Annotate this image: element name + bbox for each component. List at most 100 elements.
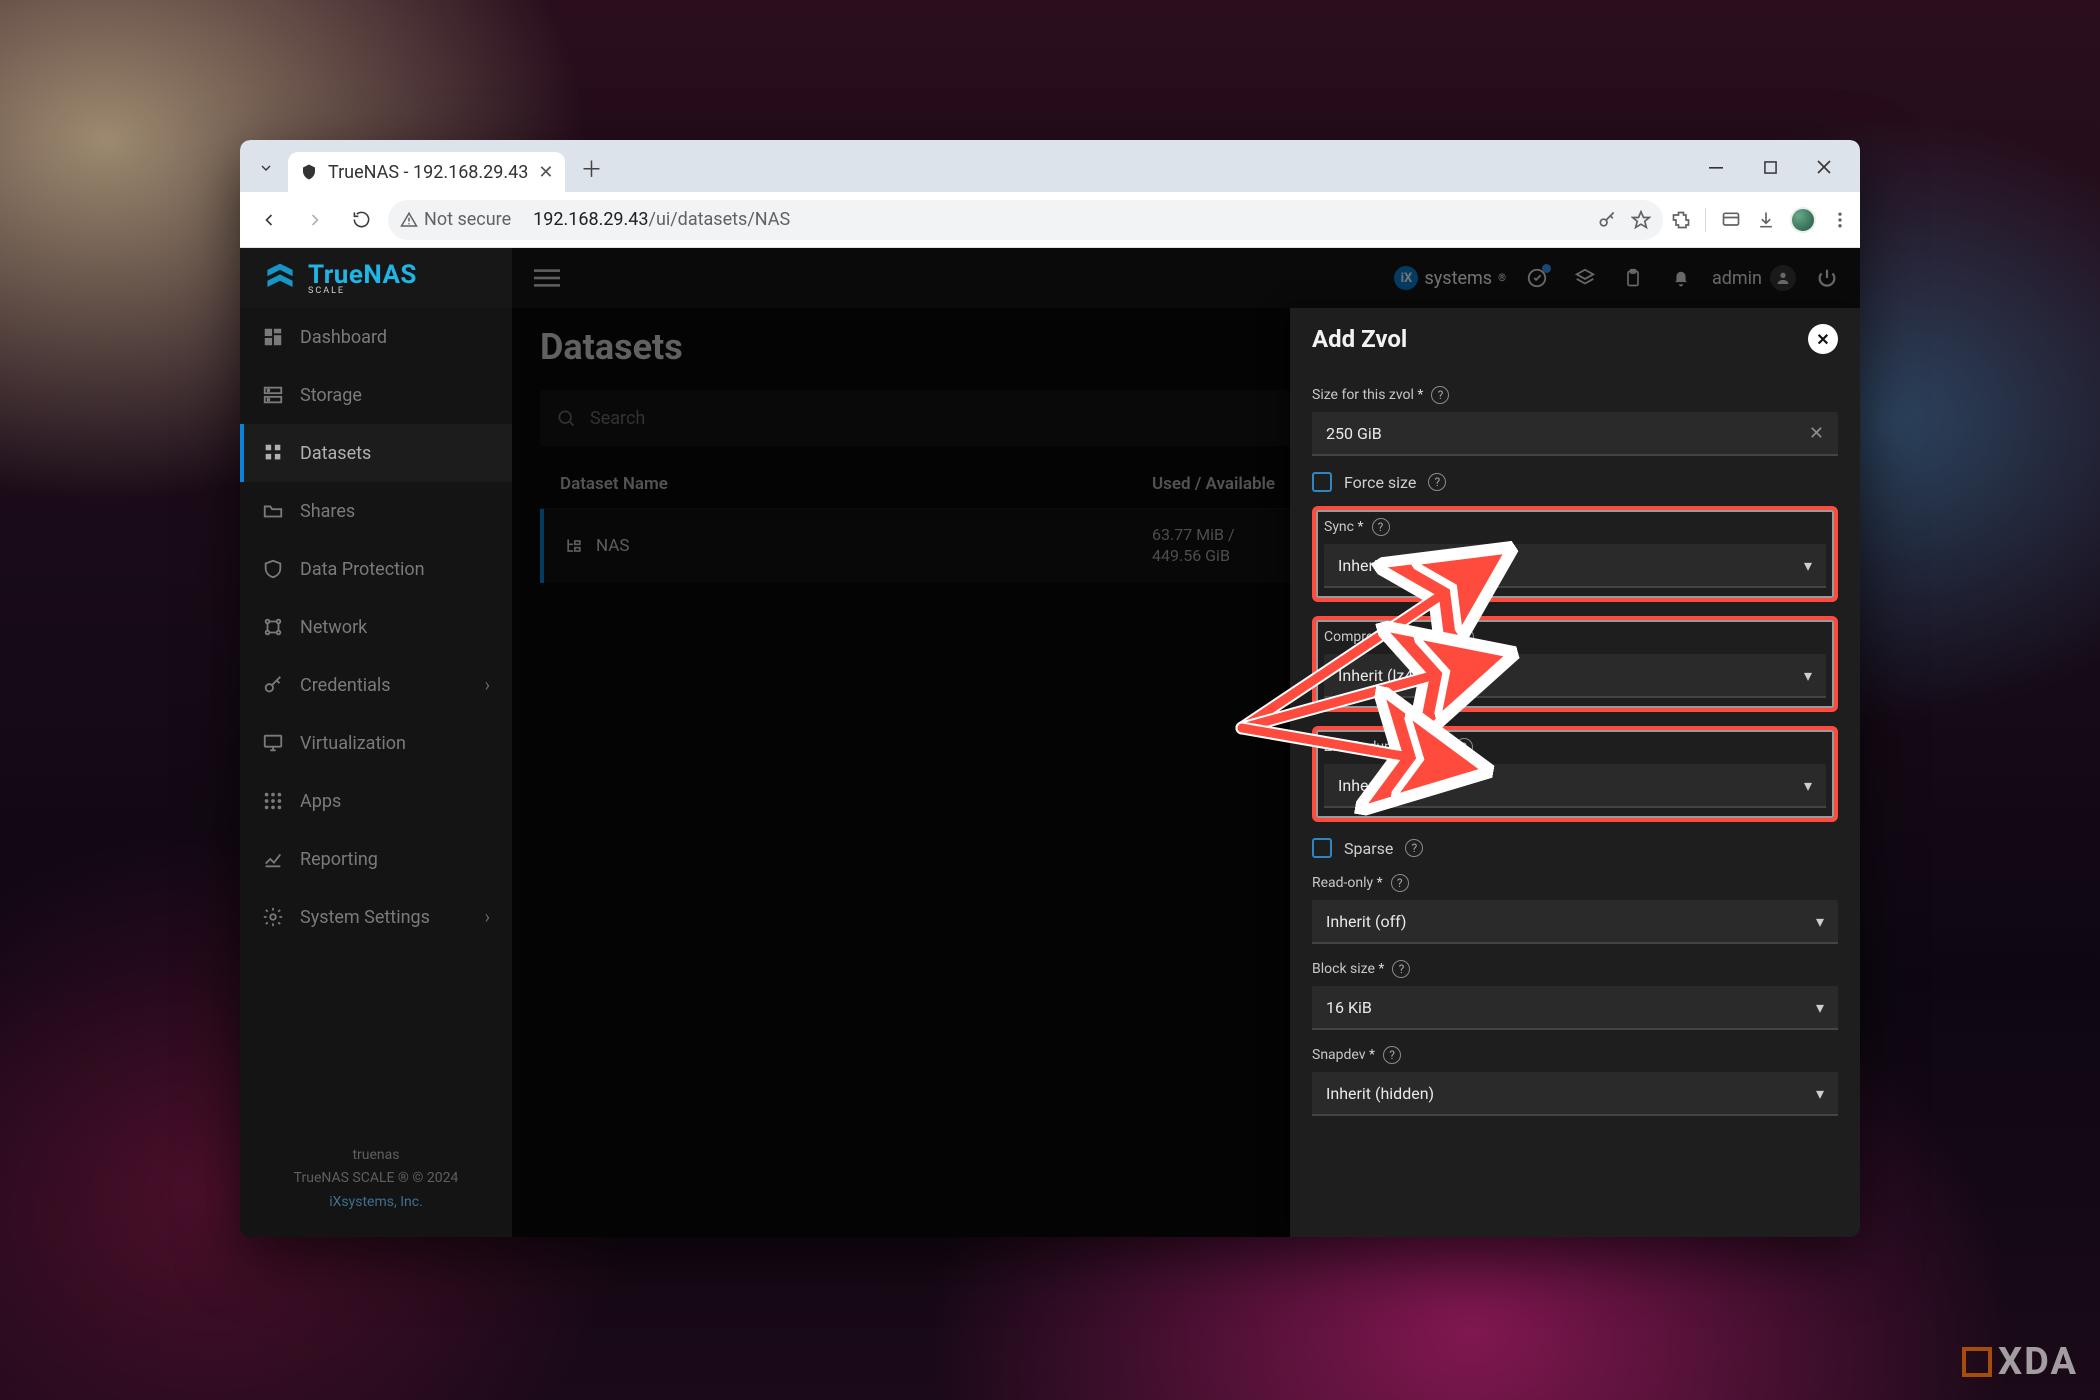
- blocksize-select[interactable]: 16 KiB ▾: [1312, 986, 1838, 1030]
- watermark: XDA: [1962, 1340, 2078, 1384]
- window-minimize-button[interactable]: [1690, 150, 1742, 184]
- sidebar-item-storage[interactable]: Storage: [240, 366, 512, 424]
- compression-select[interactable]: Inherit (lz4) ▾: [1324, 654, 1826, 698]
- url-bar[interactable]: Not secure 192.168.29.43/ui/datasets/NAS: [388, 200, 1663, 240]
- network-icon: [262, 616, 284, 638]
- sidebar-item-virtualization[interactable]: Virtualization: [240, 714, 512, 772]
- sidebar-item-data-protection[interactable]: Data Protection: [240, 540, 512, 598]
- force-size-row[interactable]: Force size ?: [1312, 472, 1838, 492]
- readonly-select[interactable]: Inherit (off) ▾: [1312, 900, 1838, 944]
- sidebar-item-reporting[interactable]: Reporting: [240, 830, 512, 888]
- nav-forward-button[interactable]: [296, 201, 334, 239]
- sidebar-item-dashboard[interactable]: Dashboard: [240, 308, 512, 366]
- storage-icon: [262, 384, 284, 406]
- help-icon[interactable]: ?: [1428, 473, 1446, 491]
- sidebar-item-credentials[interactable]: Credentials ›: [240, 656, 512, 714]
- help-icon[interactable]: ?: [1405, 839, 1423, 857]
- key-icon[interactable]: [1597, 210, 1617, 230]
- dedup-select[interactable]: Inherit (off) ▾: [1324, 764, 1826, 808]
- profile-avatar-icon[interactable]: [1790, 207, 1816, 233]
- help-icon[interactable]: ?: [1455, 738, 1473, 756]
- help-icon[interactable]: ?: [1391, 874, 1409, 892]
- sidebar-footer: truenas TrueNAS SCALE ® © 2024 iXsystems…: [240, 1128, 512, 1237]
- label-readonly: Read-only: [1312, 875, 1383, 891]
- chevron-down-icon: ▾: [1804, 776, 1812, 795]
- label-blocksize: Block size: [1312, 961, 1384, 977]
- chevron-down-icon: ▾: [1816, 912, 1824, 931]
- brand[interactable]: TrueNAS SCALE: [256, 260, 512, 296]
- kebab-menu-icon[interactable]: [1830, 210, 1850, 230]
- nav-back-button[interactable]: [250, 201, 288, 239]
- chevron-down-icon: ▾: [1804, 556, 1812, 575]
- field-blocksize: Block size? 16 KiB ▾: [1312, 960, 1838, 1030]
- chevron-down-icon: ▾: [1816, 998, 1824, 1017]
- highlight-compression: Compression level? Inherit (lz4) ▾: [1312, 616, 1838, 712]
- content-area: Datasets Search Dataset Name Used / Avai…: [512, 248, 1860, 1237]
- sync-select[interactable]: Inherit (standard) ▾: [1324, 544, 1826, 588]
- help-icon[interactable]: ?: [1392, 960, 1410, 978]
- clear-icon[interactable]: ✕: [1809, 423, 1824, 444]
- browser-tab[interactable]: TrueNAS - 192.168.29.43 ✕: [288, 152, 565, 192]
- sidebar: Dashboard Storage Datasets Shares Data P…: [240, 248, 512, 1237]
- dashboard-icon: [262, 326, 284, 348]
- bookmark-star-icon[interactable]: [1631, 210, 1651, 230]
- help-icon[interactable]: ?: [1431, 386, 1449, 404]
- panel-close-button[interactable]: ✕: [1808, 324, 1838, 354]
- sparse-row[interactable]: Sparse ?: [1312, 838, 1838, 858]
- panel-title: Add Zvol: [1312, 325, 1407, 353]
- browser-toolbar: Not secure 192.168.29.43/ui/datasets/NAS: [240, 192, 1860, 248]
- help-icon[interactable]: ?: [1383, 1046, 1401, 1064]
- window-close-button[interactable]: [1798, 150, 1850, 184]
- monitor-icon: [262, 732, 284, 754]
- label-size: Size for this zvol: [1312, 387, 1423, 403]
- reading-list-icon[interactable]: [1720, 210, 1742, 230]
- sidebar-item-system-settings[interactable]: System Settings ›: [240, 888, 512, 946]
- sidebar-item-network[interactable]: Network: [240, 598, 512, 656]
- chevron-right-icon: ›: [485, 907, 490, 928]
- sidebar-item-label: Network: [300, 617, 367, 638]
- sidebar-item-label: Data Protection: [300, 559, 425, 580]
- watermark-icon: [1962, 1347, 1992, 1377]
- new-tab-button[interactable]: ＋: [573, 150, 609, 186]
- sidebar-item-datasets[interactable]: Datasets: [240, 424, 512, 482]
- sidebar-item-label: System Settings: [300, 907, 430, 928]
- extensions-icon[interactable]: [1671, 210, 1691, 230]
- shield-icon: [262, 558, 284, 580]
- sidebar-item-label: Datasets: [300, 443, 371, 464]
- footer-hostname: truenas: [240, 1144, 512, 1168]
- panel-body: Size for this zvol? 250 GiB ✕ Force size…: [1290, 370, 1860, 1237]
- tab-search-button[interactable]: [250, 152, 282, 184]
- force-size-checkbox[interactable]: [1312, 472, 1332, 492]
- size-input[interactable]: 250 GiB ✕: [1312, 412, 1838, 456]
- shares-icon: [262, 500, 284, 522]
- dedup-value: Inherit (off): [1338, 776, 1418, 795]
- sidebar-item-apps[interactable]: Apps: [240, 772, 512, 830]
- footer-link[interactable]: iXsystems, Inc.: [240, 1191, 512, 1215]
- field-readonly: Read-only? Inherit (off) ▾: [1312, 874, 1838, 944]
- apps-icon: [262, 790, 284, 812]
- security-chip[interactable]: Not secure: [400, 209, 511, 230]
- sidebar-item-label: Shares: [300, 501, 355, 522]
- browser-tabstrip: TrueNAS - 192.168.29.43 ✕ ＋: [240, 140, 1860, 192]
- chevron-right-icon: ›: [485, 675, 490, 696]
- window-maximize-button[interactable]: [1744, 150, 1796, 184]
- brand-logo-icon: [262, 260, 298, 296]
- sidebar-item-label: Credentials: [300, 675, 391, 696]
- datasets-icon: [262, 442, 284, 464]
- chart-icon: [262, 848, 284, 870]
- help-icon[interactable]: ?: [1456, 628, 1474, 646]
- sidebar-item-shares[interactable]: Shares: [240, 482, 512, 540]
- label-snapdev: Snapdev: [1312, 1047, 1375, 1063]
- tab-close-button[interactable]: ✕: [538, 162, 553, 183]
- nav-reload-button[interactable]: [342, 201, 380, 239]
- chevron-down-icon: ▾: [1804, 666, 1812, 685]
- app-canvas: TrueNAS SCALE iX systems®: [240, 248, 1860, 1237]
- sidebar-item-label: Dashboard: [300, 327, 387, 348]
- help-icon[interactable]: ?: [1372, 518, 1390, 536]
- footer-copyright: TrueNAS SCALE ® © 2024: [240, 1167, 512, 1191]
- force-size-label: Force size: [1344, 473, 1416, 492]
- sparse-checkbox[interactable]: [1312, 838, 1332, 858]
- downloads-icon[interactable]: [1756, 210, 1776, 230]
- snapdev-select[interactable]: Inherit (hidden) ▾: [1312, 1072, 1838, 1116]
- label-compression: Compression level: [1324, 629, 1448, 645]
